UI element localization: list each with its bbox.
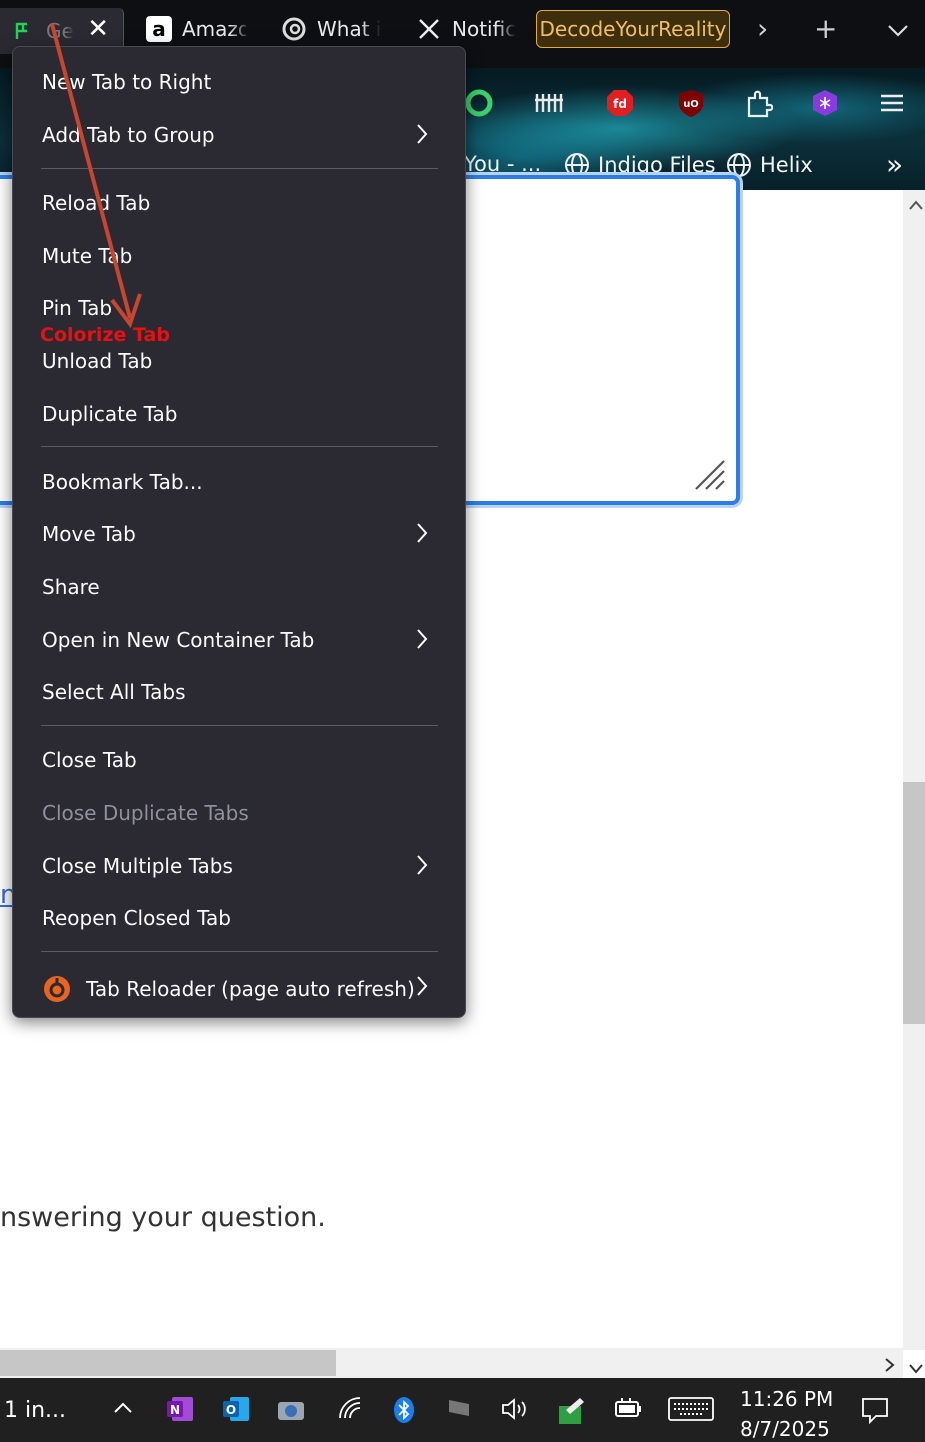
bluetooth-icon[interactable] (392, 1396, 416, 1424)
menu-item-label: Tab Reloader (page auto refresh) (86, 977, 415, 1001)
show-hidden-icons-button[interactable] (112, 1400, 134, 1416)
scroll-right-arrow-icon[interactable] (883, 1354, 895, 1378)
menu-item-move-tab[interactable]: Move Tab (42, 522, 136, 546)
battery-charging-icon[interactable] (612, 1396, 644, 1420)
svg-text:N: N (170, 1403, 180, 1417)
vertical-scrollbar-thumb[interactable] (903, 782, 925, 1024)
taskbar-window-label[interactable]: 1 in... (4, 1398, 66, 1423)
svg-text:O: O (226, 1403, 236, 1417)
onenote-icon[interactable]: N (166, 1396, 194, 1422)
clock-date: 8/7/2025 (740, 1417, 830, 1441)
touch-keyboard-icon[interactable] (668, 1396, 714, 1422)
windows-taskbar: 1 in... N O 11:26 PM 8/7/2025 (0, 1378, 925, 1442)
horizontal-scrollbar-thumb[interactable] (0, 1350, 336, 1376)
menu-item-close-multiple-tabs[interactable]: Close Multiple Tabs (42, 854, 233, 878)
menu-item-open-in-new-container-tab[interactable]: Open in New Container Tab (42, 628, 314, 652)
page-body-text: nswering your question. (0, 1202, 326, 1233)
menu-item-share[interactable]: Share (42, 575, 100, 599)
app-update-icon[interactable] (556, 1396, 586, 1426)
chevron-right-icon (417, 629, 428, 649)
menu-item-tab-reloader[interactable]: Tab Reloader (page auto refresh) (42, 974, 415, 1004)
menu-item-reopen-closed-tab[interactable]: Reopen Closed Tab (42, 906, 231, 930)
menu-item-duplicate-tab[interactable]: Duplicate Tab (42, 402, 178, 426)
annotation-arrow-icon (50, 23, 142, 329)
chevron-up-icon (114, 1402, 132, 1413)
volume-icon[interactable] (500, 1396, 530, 1422)
taskbar-clock[interactable]: 11:26 PM 8/7/2025 (740, 1384, 833, 1442)
menu-item-close-duplicate-tabs: Close Duplicate Tabs (42, 801, 249, 825)
webcam-app-icon[interactable] (276, 1396, 306, 1424)
outlook-icon[interactable]: O (222, 1396, 250, 1422)
chevron-right-icon (417, 523, 428, 543)
chevron-right-icon (417, 855, 428, 875)
tab-reloader-icon (44, 976, 70, 1002)
resize-grip-icon[interactable] (692, 457, 726, 491)
menu-separator (41, 446, 438, 447)
notification-center-icon[interactable] (860, 1396, 890, 1424)
menu-item-bookmark-tab[interactable]: Bookmark Tab... (42, 470, 203, 494)
menu-separator (41, 725, 438, 726)
menu-separator (41, 951, 438, 952)
menu-item-select-all-tabs[interactable]: Select All Tabs (42, 680, 186, 704)
clock-time: 11:26 PM (740, 1387, 834, 1411)
scroll-down-arrow-icon[interactable] (908, 1356, 924, 1380)
wifi-icon[interactable] (338, 1396, 364, 1420)
menu-item-close-tab[interactable]: Close Tab (42, 748, 137, 772)
chevron-right-icon (417, 976, 428, 996)
display-icon[interactable] (446, 1396, 472, 1420)
